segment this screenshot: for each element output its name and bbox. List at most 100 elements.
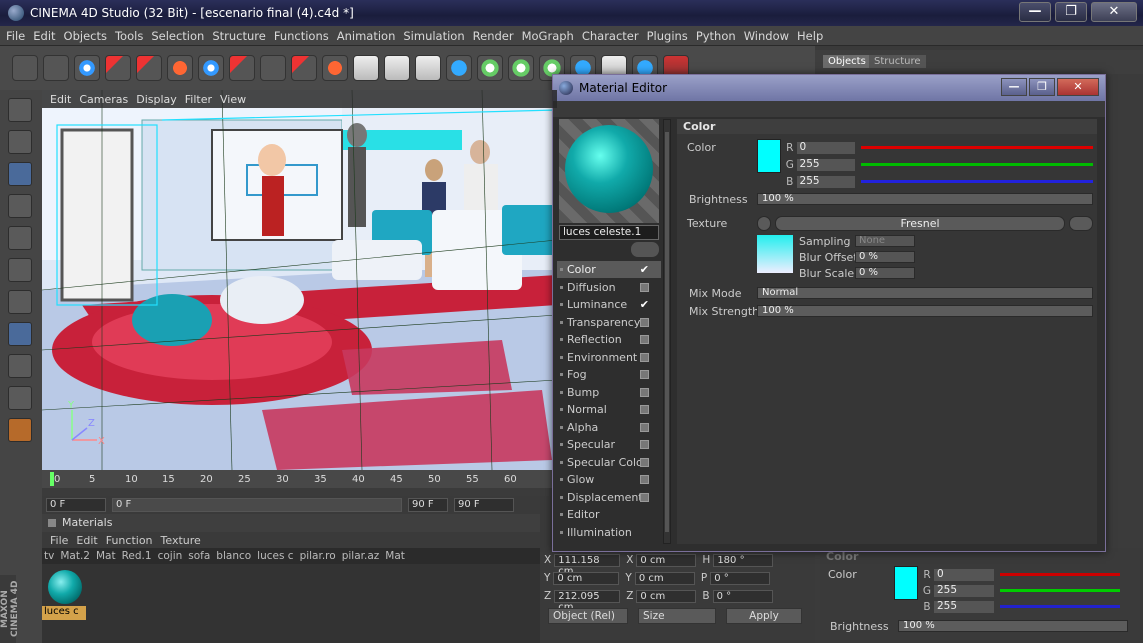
mat-menu-function[interactable]: Function [106,534,153,547]
y-axis-lock-icon[interactable] [260,55,286,81]
b-field[interactable]: 255 [796,175,855,188]
object-mode-icon[interactable] [8,162,32,186]
channel-item[interactable]: Displacement [557,489,661,506]
render-settings-icon[interactable] [415,55,441,81]
tab-structure[interactable]: Structure [869,55,926,68]
end-frame-preview-field[interactable]: 90 F [408,498,448,512]
channel-item[interactable]: Normal [557,401,661,418]
channel-checkbox[interactable] [640,405,649,414]
sampling-dropdown[interactable]: None [855,235,915,247]
points-mode-icon[interactable] [8,258,32,282]
redo-icon[interactable] [43,55,69,81]
menu-file[interactable]: File [6,29,25,43]
channel-checkbox[interactable] [640,335,649,344]
viewport-menu-display[interactable]: Display [136,93,177,106]
size-z-field[interactable]: 0 cm [636,589,697,603]
viewport-menu-filter[interactable]: Filter [185,93,212,106]
scale-tool-icon[interactable] [136,55,162,81]
texture-browse-button[interactable] [1069,216,1093,231]
menu-functions[interactable]: Functions [274,29,329,43]
move-tool-icon[interactable] [105,55,131,81]
material-item[interactable]: Red.1 [122,550,152,562]
channel-item[interactable]: Specular Color [557,454,661,471]
size-mode-dropdown[interactable]: Size [638,608,716,624]
material-preview[interactable] [559,119,659,223]
axis-mode-icon[interactable] [8,226,32,250]
menu-mograph[interactable]: MoGraph [522,29,574,43]
channel-item[interactable]: Alpha [557,419,661,436]
end-frame-field[interactable]: 90 F [454,498,514,512]
apply-button[interactable]: Apply [726,608,802,624]
rotation-h-field[interactable]: 180 ° [713,553,774,567]
polygons-mode-icon[interactable] [8,322,32,346]
selected-material-thumbnail[interactable] [48,570,82,604]
channel-item[interactable]: Editor [557,506,661,523]
channel-item[interactable]: Transparency [557,314,661,331]
mat-menu-file[interactable]: File [50,534,68,547]
attr-g-field[interactable]: 255 [934,584,994,597]
material-item[interactable]: Mat [96,550,116,562]
live-selection-icon[interactable] [74,55,100,81]
attr-brightness-field[interactable]: 100 % [898,620,1128,632]
size-y-field[interactable]: 0 cm [634,571,695,585]
material-name-field[interactable]: luces celeste.1 [559,225,659,240]
tab-objects[interactable]: Objects [823,55,871,68]
model-mode-icon[interactable] [8,130,32,154]
x-axis-lock-icon[interactable] [229,55,255,81]
viewport-menu-cameras[interactable]: Cameras [79,93,128,106]
material-item[interactable]: pilar.az [342,550,380,562]
channel-item[interactable]: Fog [557,366,661,383]
channel-checkbox[interactable] [640,387,649,397]
r-slider[interactable] [860,146,1093,149]
channel-item[interactable]: Environment [557,349,661,366]
attr-r-field[interactable]: 0 [934,568,994,581]
workplane-icon[interactable] [8,354,32,378]
make-editable-icon[interactable] [8,98,32,122]
current-frame-slider[interactable]: 0 F [112,498,402,512]
cube-primitive-icon[interactable] [446,55,472,81]
channel-list-scrollbar[interactable] [663,119,671,544]
menu-selection[interactable]: Selection [151,29,204,43]
edges-mode-icon[interactable] [8,290,32,314]
b-slider[interactable] [860,180,1093,183]
snap-icon[interactable] [8,386,32,410]
rotation-b-field[interactable]: 0 ° [712,589,773,603]
brightness-field[interactable]: 100 % [757,193,1093,205]
material-editor-minimize-button[interactable]: — [1001,78,1027,96]
coordinate-mode-dropdown[interactable]: Object (Rel) [548,608,628,624]
blur-offset-field[interactable]: 0 % [855,251,915,263]
menu-help[interactable]: Help [797,29,823,43]
channel-checkbox[interactable] [640,317,649,327]
channel-checkbox[interactable] [640,457,649,467]
material-editor-maximize-button[interactable]: ❐ [1029,78,1055,96]
z-axis-lock-icon[interactable] [291,55,317,81]
material-item[interactable]: Mat.2 [60,550,90,562]
start-frame-field[interactable]: 0 F [46,498,106,512]
viewport-menu-edit[interactable]: Edit [50,93,71,106]
texture-menu-button[interactable] [757,216,771,231]
position-y-field[interactable]: 0 cm [553,571,620,585]
spline-icon[interactable] [477,55,503,81]
channel-item[interactable]: Bump [557,384,661,401]
rotation-p-field[interactable]: 0 ° [710,571,771,585]
attr-g-slider[interactable] [1000,589,1120,592]
viewport-menu-view[interactable]: View [220,93,246,106]
material-item[interactable]: luces c [257,550,293,562]
sculpt-icon[interactable] [8,418,32,442]
attr-b-field[interactable]: 255 [934,600,994,613]
coordinate-system-icon[interactable] [322,55,348,81]
menu-tools[interactable]: Tools [115,29,143,43]
g-field[interactable]: 255 [796,158,855,171]
texture-mode-icon[interactable] [8,194,32,218]
menu-window[interactable]: Window [744,29,789,43]
menu-structure[interactable]: Structure [212,29,266,43]
menu-objects[interactable]: Objects [64,29,107,43]
position-x-field[interactable]: 111.158 cm [554,553,621,577]
channel-checkbox[interactable] [640,440,649,449]
material-editor-close-button[interactable]: ✕ [1057,78,1099,96]
blur-scale-field[interactable]: 0 % [855,267,915,279]
channel-checkbox[interactable] [640,352,649,362]
menu-python[interactable]: Python [696,29,736,43]
timeline-ruler[interactable]: 0 5 10 15 20 25 30 35 40 45 50 55 60 [42,470,557,488]
channel-item[interactable]: Color ✔ [557,261,661,278]
